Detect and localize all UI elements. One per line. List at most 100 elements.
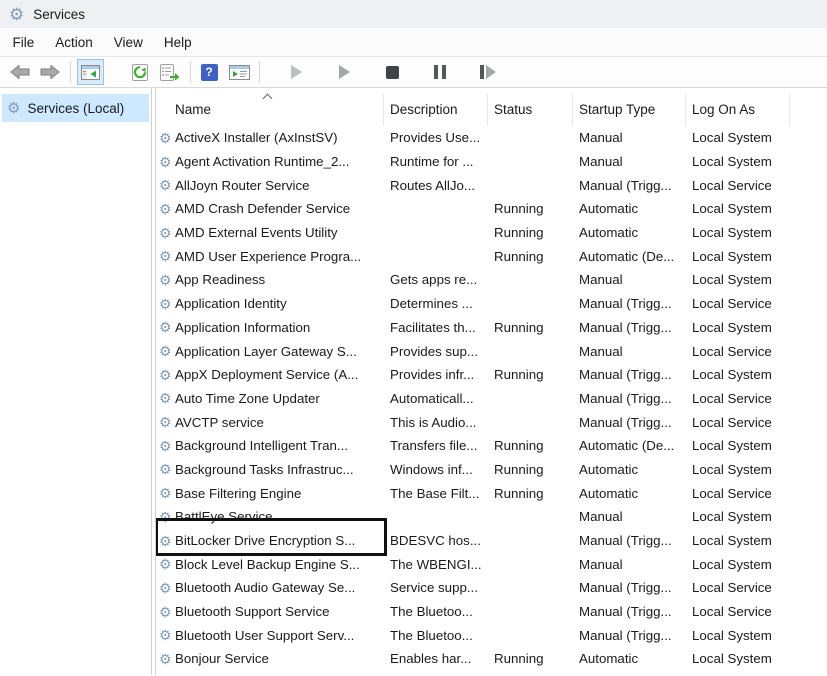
sidebar-item-services-local[interactable]: ⚙ Services (Local) (2, 94, 149, 122)
menu-action[interactable]: Action (45, 31, 104, 54)
service-startup-type: Manual (573, 509, 686, 524)
service-log-on-as: Local Service (686, 415, 790, 430)
service-name: AllJoyn Router Service (175, 178, 310, 193)
table-row[interactable]: ⚙ Background Tasks Infrastruc... Windows… (156, 458, 827, 482)
service-name: Bonjour Service (175, 651, 269, 666)
table-row[interactable]: ⚙ Bluetooth Support Service The Bluetoo.… (156, 600, 827, 624)
service-description: The Bluetoo... (384, 604, 488, 619)
table-row[interactable]: ⚙ ActiveX Installer (AxInstSV) Provides … (156, 126, 827, 150)
table-row[interactable]: ⚙ AMD External Events Utility Running Au… (156, 221, 827, 245)
table-row[interactable]: ⚙ AMD User Experience Progra... Running … (156, 244, 827, 268)
table-row[interactable]: ⚙ App Readiness Gets apps re... Manual L… (156, 268, 827, 292)
service-startup-type: Manual (Trigg... (573, 604, 686, 619)
service-description: Routes AllJo... (384, 178, 488, 193)
sidebar-item-label: Services (Local) (27, 101, 124, 116)
service-description: Provides sup... (384, 344, 488, 359)
service-status: Running (488, 367, 573, 382)
service-name: Auto Time Zone Updater (175, 391, 320, 406)
table-row[interactable]: ⚙ Application Identity Determines ... Ma… (156, 292, 827, 316)
service-name: BattlEye Service (175, 509, 273, 524)
table-row[interactable]: ⚙ BitLocker Drive Encryption S... BDESVC… (156, 529, 827, 553)
table-row[interactable]: ⚙ Block Level Backup Engine S... The WBE… (156, 552, 827, 576)
show-hide-action-pane-button[interactable] (227, 59, 251, 85)
start-service-button[interactable] (284, 59, 308, 85)
service-status: Running (488, 320, 573, 335)
menu-help[interactable]: Help (153, 31, 202, 54)
service-log-on-as: Local System (686, 249, 790, 264)
service-gear-icon: ⚙ (159, 226, 174, 240)
resume-service-button[interactable] (332, 59, 356, 85)
service-gear-icon: ⚙ (159, 415, 174, 429)
service-gear-icon: ⚙ (159, 557, 174, 571)
table-row[interactable]: ⚙ Application Layer Gateway S... Provide… (156, 339, 827, 363)
service-description: Facilitates th... (384, 320, 488, 335)
service-log-on-as: Local System (686, 651, 790, 666)
service-name: Application Identity (175, 296, 287, 311)
table-row[interactable]: ⚙ (156, 671, 827, 675)
pause-service-button[interactable] (428, 59, 452, 85)
service-gear-icon: ⚙ (159, 344, 174, 358)
help-button[interactable]: ? (197, 59, 221, 85)
service-name: Agent Activation Runtime_2... (175, 154, 349, 169)
column-header-status[interactable]: Status (488, 94, 573, 126)
service-status: Running (488, 651, 573, 666)
service-name: Application Information (175, 320, 310, 335)
table-row[interactable]: ⚙ Bonjour Service Enables har... Running… (156, 647, 827, 671)
refresh-button[interactable] (128, 59, 152, 85)
table-row[interactable]: ⚙ AMD Crash Defender Service Running Aut… (156, 197, 827, 221)
service-name: Background Intelligent Tran... (175, 438, 348, 453)
list-header: Name Description Status Startup Type Log… (156, 88, 827, 126)
export-list-button[interactable] (158, 59, 182, 85)
show-hide-console-tree-button[interactable] (77, 59, 104, 85)
table-row[interactable]: ⚙ AppX Deployment Service (A... Provides… (156, 363, 827, 387)
title-bar[interactable]: ⚙ Services (0, 0, 827, 28)
service-gear-icon: ⚙ (159, 202, 174, 216)
content-area: ⚙ Services (Local) Name Description Stat… (0, 88, 827, 675)
service-startup-type: Automatic (De... (573, 438, 686, 453)
column-header-description[interactable]: Description (384, 94, 488, 126)
pause-service-icon (434, 65, 446, 79)
service-gear-icon: ⚙ (159, 605, 174, 619)
menu-view[interactable]: View (103, 31, 153, 54)
menu-file[interactable]: File (2, 31, 45, 54)
service-description: Windows inf... (384, 462, 488, 477)
table-row[interactable]: ⚙ AVCTP service This is Audio... Manual … (156, 410, 827, 434)
services-list-pane: Name Description Status Startup Type Log… (155, 88, 827, 675)
service-name: Block Level Backup Engine S... (175, 557, 360, 572)
service-gear-icon: ⚙ (159, 510, 174, 524)
stop-service-button[interactable] (380, 59, 404, 85)
service-gear-icon: ⚙ (159, 320, 174, 334)
service-name: BitLocker Drive Encryption S... (175, 533, 355, 548)
service-gear-icon: ⚙ (159, 628, 174, 642)
table-row[interactable]: ⚙ Auto Time Zone Updater Automaticall...… (156, 387, 827, 411)
service-description: The Base Filt... (384, 486, 488, 501)
table-row[interactable]: ⚙ BattlEye Service Manual Local System (156, 505, 827, 529)
service-log-on-as: Local Service (686, 178, 790, 193)
table-row[interactable]: ⚙ Background Intelligent Tran... Transfe… (156, 434, 827, 458)
service-name: AMD User Experience Progra... (175, 249, 361, 264)
service-log-on-as: Local System (686, 201, 790, 216)
service-name: App Readiness (175, 272, 265, 287)
table-row[interactable]: ⚙ AllJoyn Router Service Routes AllJo...… (156, 173, 827, 197)
table-row[interactable]: ⚙ Base Filtering Engine The Base Filt...… (156, 481, 827, 505)
start-service-icon (291, 65, 302, 79)
table-row[interactable]: ⚙ Bluetooth Audio Gateway Se... Service … (156, 576, 827, 600)
restart-service-button[interactable] (476, 59, 500, 85)
table-row[interactable]: ⚙ Bluetooth User Support Serv... The Blu… (156, 623, 827, 647)
service-gear-icon: ⚙ (159, 297, 174, 311)
column-header-startup-type[interactable]: Startup Type (573, 94, 686, 126)
table-row[interactable]: ⚙ Agent Activation Runtime_2... Runtime … (156, 150, 827, 174)
service-startup-type: Manual (Trigg... (573, 178, 686, 193)
service-description: Transfers file... (384, 438, 488, 453)
table-row[interactable]: ⚙ Application Information Facilitates th… (156, 316, 827, 340)
service-log-on-as: Local System (686, 462, 790, 477)
service-gear-icon: ⚙ (159, 391, 174, 405)
back-button[interactable] (8, 59, 32, 85)
service-rows: ⚙ ActiveX Installer (AxInstSV) Provides … (156, 126, 827, 675)
service-gear-icon: ⚙ (159, 178, 174, 192)
service-gear-icon: ⚙ (159, 652, 174, 666)
column-header-log-on-as[interactable]: Log On As (686, 94, 790, 126)
forward-button[interactable] (38, 59, 62, 85)
service-startup-type: Manual (Trigg... (573, 391, 686, 406)
service-description: Provides Use... (384, 130, 488, 145)
